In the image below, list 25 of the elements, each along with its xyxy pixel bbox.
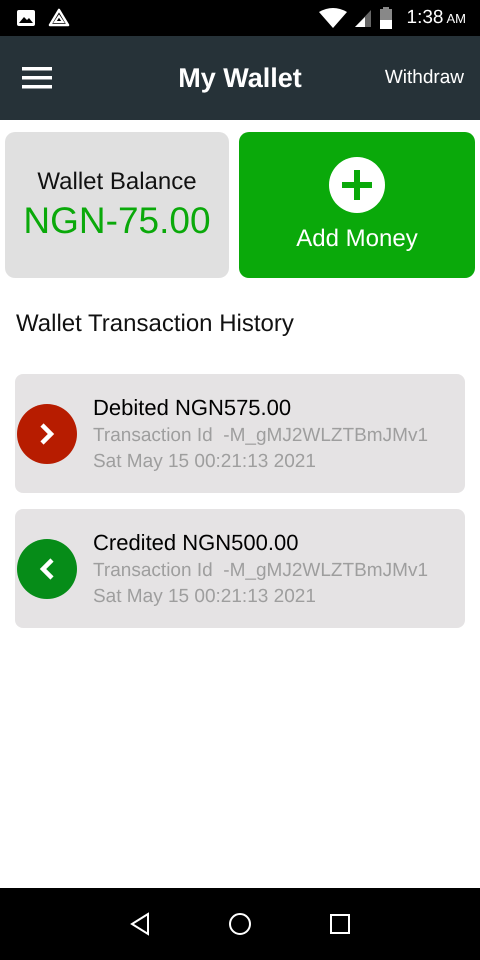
home-icon[interactable]	[228, 912, 252, 936]
history-title: Wallet Transaction History	[15, 309, 295, 338]
app-title: My Wallet	[178, 62, 302, 94]
withdraw-button[interactable]: Withdraw	[384, 67, 464, 89]
wifi-icon	[318, 8, 347, 28]
status-time: 1:38	[406, 7, 444, 29]
menu-button[interactable]	[22, 66, 52, 90]
recents-icon[interactable]	[329, 913, 352, 935]
back-icon[interactable]	[128, 912, 151, 936]
transaction-date: Sat May 15 00:21:13 2021	[93, 586, 317, 608]
balance-label: Wallet Balance	[37, 168, 197, 196]
transaction-card[interactable]: Debited NGN575.00 Transaction Id -M_gMJ2WLZTBmJMv1 Sat May 15 00:21:13 2021	[15, 374, 465, 493]
status-meridiem: AM	[446, 10, 466, 26]
plus-icon	[329, 157, 385, 213]
transaction-id: Transaction Id -M_gMJ2WLZTBmJMv1	[93, 424, 428, 446]
transaction-id: Transaction Id -M_gMJ2WLZTBmJMv1	[93, 560, 428, 582]
balance-amount: NGN-75.00	[23, 200, 211, 242]
triangle-icon	[48, 8, 70, 28]
transaction-date: Sat May 15 00:21:13 2021	[93, 450, 317, 472]
image-icon	[16, 9, 36, 27]
transaction-title: Debited NGN575.00	[93, 394, 292, 420]
transaction-card[interactable]: Credited NGN500.00 Transaction Id -M_gMJ2WLZTBmJMv1 Sat May 15 00:21:13 2021	[15, 509, 465, 628]
transaction-title: Credited NGN500.00	[93, 530, 300, 556]
battery-icon	[378, 7, 393, 29]
signal-icon	[352, 8, 373, 28]
